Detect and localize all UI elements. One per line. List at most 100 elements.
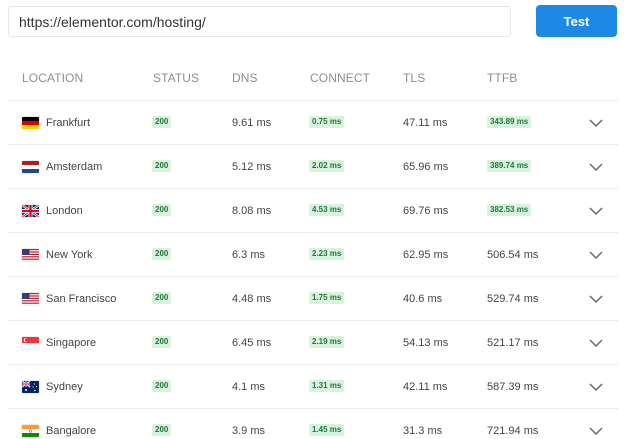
chevron-down-icon[interactable] [588, 162, 604, 172]
connect-badge: 1.45 ms [309, 424, 345, 437]
chevron-down-icon[interactable] [588, 294, 604, 304]
ttfb-cell: 721.94 ms [487, 425, 539, 437]
chevron-down-icon[interactable] [588, 250, 604, 260]
table-row[interactable]: Amsterdam 200 5.12 ms 2.02 ms 65.96 ms 389.74… [8, 144, 618, 188]
test-button[interactable]: Test [536, 5, 617, 37]
status-cell: 200 [152, 277, 172, 321]
singapore-flag [22, 337, 39, 349]
status-cell: 200 [152, 189, 172, 233]
location-name: Amsterdam [46, 161, 103, 173]
dns-cell: 4.48 ms [232, 293, 272, 305]
status-cell: 200 [152, 321, 172, 365]
column-header-dns: DNS [232, 71, 258, 85]
australia-flag [22, 381, 39, 393]
connect-badge: 1.75 ms [309, 292, 345, 305]
location-name: Sydney [46, 381, 83, 393]
ttfb-cell: 529.74 ms [487, 293, 539, 305]
column-header-connect: CONNECT [310, 71, 371, 85]
dns-cell: 6.3 ms [232, 249, 266, 261]
usa-flag [22, 249, 39, 261]
tls-cell: 47.11 ms [403, 117, 448, 129]
ttfb-cell: 389.74 ms [487, 145, 532, 189]
table-row[interactable]: Singapore 200 6.45 ms 2.19 ms 54.13 ms 521.17… [8, 320, 618, 364]
tls-cell: 62.95 ms [403, 249, 449, 261]
status-badge: 200 [152, 160, 172, 173]
location-name: San Francisco [46, 293, 117, 305]
connect-cell: 2.19 ms [309, 321, 345, 365]
ttfb-cell: 587.39 ms [487, 381, 539, 393]
status-cell: 200 [152, 233, 172, 277]
connect-badge: 1.31 ms [309, 380, 345, 393]
connect-badge: 0.75 ms [309, 116, 345, 129]
germany-flag [22, 117, 39, 129]
dns-cell: 4.1 ms [232, 381, 266, 393]
dns-cell: 5.12 ms [232, 161, 272, 173]
status-cell: 200 [152, 101, 172, 145]
table-row[interactable]: Frankfurt 200 9.61 ms 0.75 ms 47.11 ms 343.89… [8, 100, 618, 144]
url-input[interactable] [8, 6, 511, 37]
connect-cell: 4.53 ms [309, 189, 345, 233]
netherlands-flag [22, 161, 39, 173]
status-cell: 200 [152, 365, 172, 409]
location-name: New York [46, 249, 93, 261]
ttfb-badge: 389.74 ms [487, 160, 532, 173]
status-cell: 200 [152, 409, 172, 439]
dns-cell: 9.61 ms [232, 117, 272, 129]
chevron-down-icon[interactable] [588, 206, 604, 216]
chevron-down-icon[interactable] [588, 338, 604, 348]
tls-cell: 69.76 ms [403, 205, 449, 217]
connect-badge: 2.19 ms [309, 336, 345, 349]
tls-cell: 40.6 ms [403, 293, 443, 305]
uk-flag [22, 205, 39, 217]
ttfb-cell: 382.53 ms [487, 189, 532, 233]
table-row[interactable]: London 200 8.08 ms 4.53 ms 69.76 ms 382.53 ms [8, 188, 618, 232]
chevron-down-icon[interactable] [588, 426, 604, 436]
ttfb-badge: 382.53 ms [487, 204, 532, 217]
chevron-down-icon[interactable] [588, 382, 604, 392]
india-flag [22, 425, 39, 437]
tls-cell: 54.13 ms [403, 337, 449, 349]
status-badge: 200 [152, 380, 172, 393]
status-cell: 200 [152, 145, 172, 189]
connect-badge: 2.23 ms [309, 248, 345, 261]
ttfb-cell: 521.17 ms [487, 337, 539, 349]
status-badge: 200 [152, 204, 172, 217]
connect-cell: 2.23 ms [309, 233, 345, 277]
location-name: Singapore [46, 337, 97, 349]
column-header-location: LOCATION [22, 71, 84, 85]
location-name: Bangalore [46, 425, 97, 437]
location-name: London [46, 205, 83, 217]
status-badge: 200 [152, 248, 172, 261]
column-header-ttfb: TTFB [487, 71, 518, 85]
connect-cell: 1.75 ms [309, 277, 345, 321]
connect-cell: 1.45 ms [309, 409, 345, 439]
dns-cell: 6.45 ms [232, 337, 272, 349]
ttfb-cell: 506.54 ms [487, 249, 539, 261]
table-row[interactable]: San Francisco 200 4.48 ms 1.75 ms 40.6 ms 529… [8, 276, 618, 320]
connect-cell: 0.75 ms [309, 101, 345, 145]
ttfb-cell: 343.89 ms [487, 101, 532, 145]
connect-cell: 1.31 ms [309, 365, 345, 409]
usa-flag [22, 293, 39, 305]
table-row[interactable]: Sydney 200 4.1 ms 1.31 ms 42.11 ms 587.39 ms [8, 364, 618, 408]
connect-badge: 2.02 ms [309, 160, 345, 173]
chevron-down-icon[interactable] [588, 118, 604, 128]
column-header-tls: TLS [403, 71, 426, 85]
ttfb-badge: 343.89 ms [487, 116, 532, 129]
dns-cell: 3.9 ms [232, 425, 266, 437]
status-badge: 200 [152, 424, 172, 437]
table-header: LOCATION STATUS DNS CONNECT TLS TTFB [0, 66, 626, 90]
status-badge: 200 [152, 116, 172, 129]
location-name: Frankfurt [46, 117, 91, 129]
table-row[interactable]: Bangalore 200 3.9 ms 1.45 ms 31.3 ms 721.94 m… [8, 408, 618, 439]
status-badge: 200 [152, 336, 172, 349]
column-header-status: STATUS [153, 71, 200, 85]
tls-cell: 31.3 ms [403, 425, 443, 437]
tls-cell: 65.96 ms [403, 161, 449, 173]
connect-cell: 2.02 ms [309, 145, 345, 189]
dns-cell: 8.08 ms [232, 205, 272, 217]
tls-cell: 42.11 ms [403, 381, 448, 393]
status-badge: 200 [152, 292, 172, 305]
connect-badge: 4.53 ms [309, 204, 345, 217]
table-row[interactable]: New York 200 6.3 ms 2.23 ms 62.95 ms 506.54 m… [8, 232, 618, 276]
